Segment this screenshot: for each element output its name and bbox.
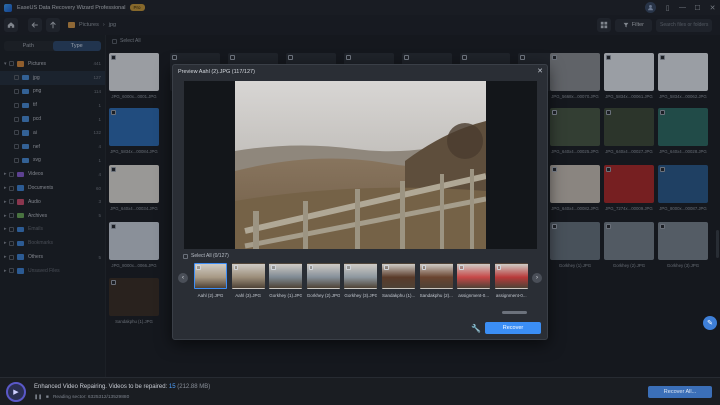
strip-thumbnail[interactable]: Gorkhey (1).JPG [269,263,303,298]
checkbox[interactable] [606,224,611,229]
checkbox[interactable] [230,55,235,60]
thumbnail-label: Sandakphu (1)... [382,293,415,298]
strip-thumbnail[interactable]: Gorkhey (3).JPG [344,263,378,298]
checkbox[interactable] [111,55,116,60]
checkbox[interactable] [552,224,557,229]
checkbox[interactable] [384,265,389,270]
preview-dialog: Preview Aahl (2).JPG (117/127) ✕ Select … [172,64,548,340]
preview-area [184,81,537,249]
pause-icon[interactable]: ❚❚ [34,395,42,400]
thumbnail-image [344,263,378,289]
thumbnail-image [269,263,303,289]
strip-thumbnail[interactable]: Sandakphu (1)... [382,263,415,298]
checkbox[interactable] [660,110,665,115]
thumbnail-label: Gorkhey (3).JPG [344,293,378,298]
checkbox[interactable] [111,224,116,229]
thumbnail-label: Gorkhey (1).JPG [269,293,303,298]
stop-icon[interactable]: ■ [46,395,49,400]
thumbnail-image [231,263,265,289]
checkbox[interactable] [606,110,611,115]
strip-thumbnail[interactable]: Gorkhey (2).JPG [306,263,340,298]
prev-arrow-button[interactable]: ‹ [178,273,188,283]
thumbnail-image [494,263,528,289]
preview-title: Preview Aahl (2).JPG (117/127) [178,69,255,75]
repair-count: 15 [168,384,176,390]
thumbnail-image [419,263,453,289]
chat-icon: ✎ [707,320,713,327]
strip-thumbnail[interactable]: assignment-0... [457,263,491,298]
status-bar: ▶ Enhanced Video Repairing. Videos to be… [0,377,720,405]
recover-all-button[interactable]: Recover All... [648,386,712,398]
checkbox[interactable] [459,265,464,270]
checkbox[interactable] [196,265,201,270]
checkbox[interactable] [496,265,502,270]
repair-size: (212.88 MB) [177,384,211,390]
checkbox[interactable] [660,167,665,172]
checkbox[interactable] [233,265,239,270]
strip-thumbnail[interactable]: assignment-0... [494,263,528,298]
strip-select-all-checkbox[interactable] [183,253,188,259]
checkbox[interactable] [660,55,665,60]
next-arrow-button[interactable]: › [532,273,542,283]
preview-image [235,81,486,249]
app-window: EaseUS Data Recovery Wizard Professional… [0,0,720,405]
thumbnail-label: Aahl (3).JPG [235,293,261,298]
checkbox[interactable] [462,55,467,60]
checkbox[interactable] [520,55,525,60]
landscape-photo [235,81,486,249]
thumbnail-label: Sandakphu (2)... [419,293,453,298]
thumbnail-label: Gorkhey (2).JPG [306,293,340,298]
checkbox[interactable] [552,167,557,172]
strip-thumbnail[interactable]: Sandakphu (2)... [419,263,453,298]
repair-status-text: Enhanced Video Repairing. Videos to be r… [34,384,168,390]
checkbox[interactable] [404,55,409,60]
thumbnail-label: assignment-0... [458,293,490,298]
checkbox[interactable] [111,110,116,115]
reading-status: ❚❚ ■ Reading sector: 6325312/13529880 [34,395,129,400]
thumbnail-image [194,263,227,289]
checkbox[interactable] [346,265,351,270]
strip-select-all-label: Select All (0/127) [191,253,229,259]
checkbox[interactable] [606,55,611,60]
thumbnail-label: assignment-0... [495,293,527,298]
checkbox[interactable] [606,167,611,172]
checkbox[interactable] [552,55,557,60]
checkbox[interactable] [271,265,276,270]
checkbox[interactable] [111,280,116,285]
repair-status: Enhanced Video Repairing. Videos to be r… [34,384,210,390]
strip-thumbnail[interactable]: Aahl (2).JPG [194,263,227,298]
checkbox[interactable] [111,167,116,172]
checkbox[interactable] [308,265,314,270]
checkbox[interactable] [172,55,177,60]
thumbnail-image [457,263,491,289]
checkbox[interactable] [660,224,665,229]
chevron-left-icon: ‹ [182,275,184,281]
recover-button[interactable]: Recover [485,322,541,334]
thumbnail-label: Aahl (2).JPG [197,293,224,298]
checkbox[interactable] [421,265,427,270]
reading-sector-text: Reading sector: 6325312/13529880 [52,395,130,400]
strip-thumbnail[interactable]: Aahl (3).JPG [231,263,265,298]
thumbnail-image [382,263,415,289]
video-repair-icon[interactable]: ▶ [6,382,26,402]
checkbox[interactable] [288,55,293,60]
strip-scrollbar[interactable] [502,311,527,314]
checkbox[interactable] [346,55,351,60]
checkbox[interactable] [552,110,557,115]
feedback-button[interactable]: ✎ [703,316,717,330]
close-icon[interactable]: ✕ [537,67,543,75]
strip-select-all[interactable]: Select All (0/127) [183,253,229,259]
chevron-right-icon: › [536,275,538,281]
wrench-icon[interactable]: 🔧 [471,323,481,333]
thumbnail-image [306,263,340,289]
